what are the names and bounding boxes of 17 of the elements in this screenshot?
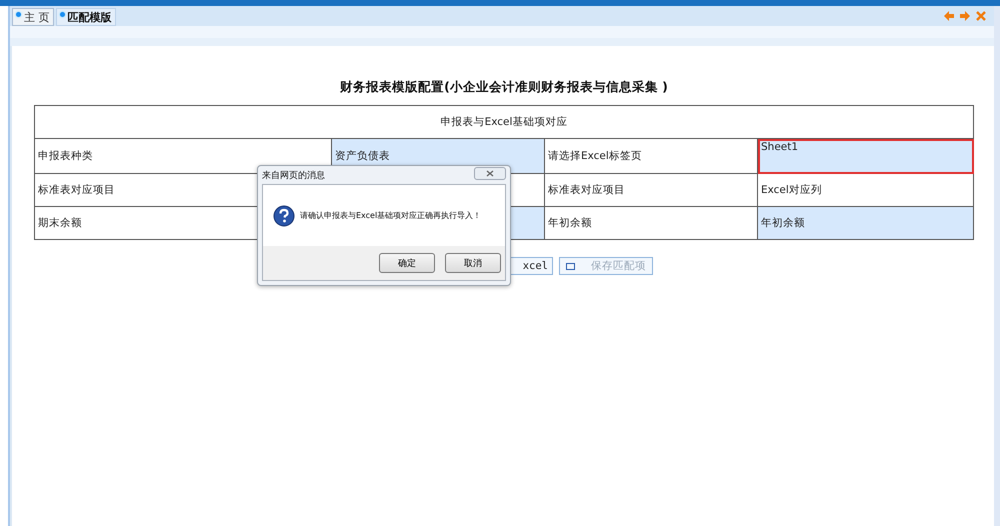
forward-arrow-icon[interactable] bbox=[960, 11, 970, 21]
close-icon bbox=[486, 170, 494, 176]
dialog-button[interactable]: 确定 bbox=[379, 253, 435, 273]
page-title: 财务报表模版配置(小企业会计准则财务报表与信息采集 ) bbox=[339, 79, 669, 96]
question-icon bbox=[273, 204, 295, 226]
table-cell: Sheet1 bbox=[758, 138, 974, 174]
table-cell: 标准表对应项目 bbox=[544, 174, 758, 206]
table-cell: 年初余额 bbox=[758, 206, 974, 240]
close-button[interactable] bbox=[474, 166, 506, 180]
table-cell: 年初余额 bbox=[544, 206, 758, 240]
back-arrow-icon[interactable] bbox=[944, 11, 954, 21]
table-header: 申报表与Excel基础项对应 bbox=[34, 106, 974, 138]
tab[interactable]: 主 页 bbox=[12, 8, 54, 26]
dialog-button[interactable]: 取消 bbox=[445, 253, 501, 273]
tab[interactable]: 匹配模版 bbox=[56, 8, 116, 26]
close-icon[interactable] bbox=[976, 11, 986, 21]
table-cell: 请选择Excel标签页 bbox=[544, 138, 758, 174]
